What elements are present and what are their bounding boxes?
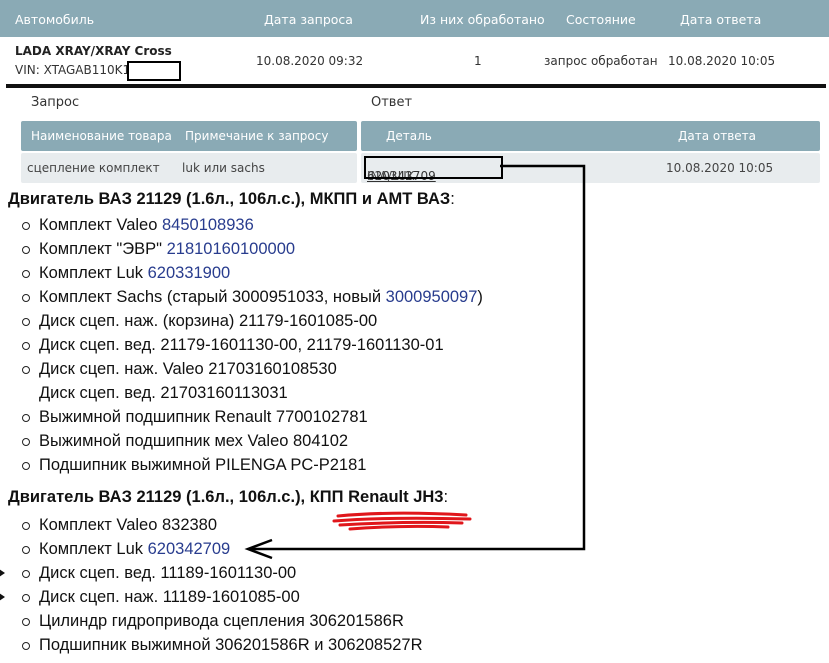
list-item: Подшипник выжимной 306201586R и 30620852… <box>8 633 423 657</box>
list-item: Диск сцеп. вед. 21703160113031 <box>8 381 483 405</box>
engine2-parts-list: Комплект Valeo 832380 Комплект Luk 620342… <box>0 513 423 657</box>
item-text: Выжимной подшипник мех Valeo 804102 <box>39 432 349 450</box>
list-item: Комплект Valeo 8450108936 <box>8 213 483 237</box>
bullet-icon <box>22 270 30 278</box>
bullet-icon <box>22 462 30 470</box>
list-item: Выжимной подшипник мех Valeo 804102 <box>8 429 483 453</box>
item-text: Комплект Valeo <box>39 216 162 234</box>
item-text: Выжимной подшипник Renault 7700102781 <box>39 408 368 426</box>
engine2-heading: Двигатель ВАЗ 21129 (1.6л., 106л.с.), КП… <box>8 488 449 506</box>
item-text: Комплект Valeo 832380 <box>39 516 218 534</box>
list-item: Диск сцеп. вед. 21179-1601130-00, 21179-… <box>8 333 483 357</box>
engine1-heading: Двигатель ВАЗ 21129 (1.6л., 106л.с.), МК… <box>8 190 455 208</box>
list-item: Выжимной подшипник Renault 7700102781 <box>8 405 483 429</box>
bullet-icon <box>22 342 30 350</box>
item-text: Диск сцеп. вед. 11189-1601130-00 <box>39 564 297 582</box>
item-text: Диск сцеп. вед. 21179-1601130-00, 21179-… <box>39 336 444 354</box>
side-marker-icon <box>0 593 5 601</box>
item-text: Цилиндр гидропривода сцепления 306201586… <box>39 612 404 630</box>
part-link[interactable]: 8450108936 <box>162 216 254 234</box>
bullet-icon <box>22 438 30 446</box>
item-text: Комплект Luk <box>39 264 148 282</box>
item-text: Диск сцеп. вед. 21703160113031 <box>39 384 288 402</box>
bullet-icon <box>22 522 30 530</box>
list-item: Комплект Luk 620342709 <box>8 537 423 561</box>
list-item: Цилиндр гидропривода сцепления 306201586… <box>8 609 423 633</box>
list-item: Диск сцеп. наж. (корзина) 21179-1601085-… <box>8 309 483 333</box>
part-link[interactable]: 620331900 <box>148 264 231 282</box>
bullet-icon <box>22 618 30 626</box>
item-text: Подшипник выжимной PILENGA PC-P2181 <box>39 456 367 474</box>
side-marker-icon <box>0 569 5 577</box>
list-item: Комплект Luk 620331900 <box>8 261 483 285</box>
list-item: Комплект "ЭВР" 21810160100000 <box>8 237 483 261</box>
engine1-parts-list: Комплект Valeo 8450108936 Комплект "ЭВР" … <box>8 213 483 477</box>
item-text: Диск сцеп. наж. Valeo 21703160108530 <box>39 360 337 378</box>
item-suffix: ) <box>477 288 483 306</box>
item-text: Подшипник выжимной 306201586R и 30620852… <box>39 636 423 654</box>
list-item: Диск сцеп. наж. 11189-1601085-00 <box>0 585 423 609</box>
list-item: Диск сцеп. вед. 11189-1601130-00 <box>0 561 423 585</box>
red-scribble-underline <box>332 511 472 531</box>
item-text: Комплект "ЭВР" <box>39 240 167 258</box>
bullet-icon <box>22 546 30 554</box>
item-text: Комплект Sachs (старый 3000951033, новый <box>39 288 386 306</box>
part-link[interactable]: 3000950097 <box>386 288 478 306</box>
bullet-icon <box>22 318 30 326</box>
part-link[interactable]: 620342709 <box>148 540 231 558</box>
item-text: Диск сцеп. наж. 11189-1601085-00 <box>39 588 300 606</box>
list-item: Комплект Sachs (старый 3000951033, новый… <box>8 285 483 309</box>
item-text: Комплект Luk <box>39 540 148 558</box>
item-text: Диск сцеп. наж. (корзина) 21179-1601085-… <box>39 312 378 330</box>
part-link[interactable]: 21810160100000 <box>167 240 295 258</box>
bullet-icon <box>22 642 30 650</box>
bullet-icon <box>22 570 30 578</box>
bullet-icon <box>22 366 30 374</box>
bullet-icon <box>22 594 30 602</box>
bullet-icon <box>22 246 30 254</box>
bullet-icon <box>22 414 30 422</box>
list-item: Диск сцеп. наж. Valeo 21703160108530 <box>8 357 483 381</box>
bullet-icon <box>22 294 30 302</box>
list-item: Подшипник выжимной PILENGA PC-P2181 <box>8 453 483 477</box>
bullet-icon <box>22 222 30 230</box>
